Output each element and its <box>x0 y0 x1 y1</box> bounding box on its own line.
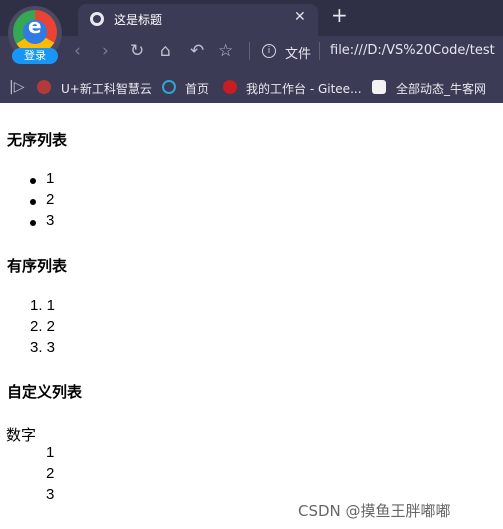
close-icon[interactable]: ✕ <box>294 9 306 25</box>
unordered-item-3: 3 <box>46 212 55 229</box>
definition-item-1: 1 <box>46 444 55 461</box>
watermark: CSDN @摸鱼王胖嘟嘟 <box>298 502 451 520</box>
forward-icon[interactable]: › <box>102 41 109 61</box>
unordered-item-1: 1 <box>46 170 55 187</box>
ordered-item-1: 1. 1 <box>30 297 56 314</box>
reload-icon[interactable]: ↻ <box>130 41 144 61</box>
nowcoder-icon <box>372 80 386 94</box>
tab-title: 这是标题 <box>114 13 163 27</box>
page-content: 无序列表 1 2 3 有序列表 1. 1 2. 2 3. 3 自定义列表 数字 … <box>0 103 503 529</box>
bookmarks-toggle-icon[interactable]: |▷ <box>9 79 24 95</box>
spiral-icon <box>162 80 176 94</box>
unordered-heading: 无序列表 <box>7 132 68 149</box>
unordered-item-2: 2 <box>46 191 55 208</box>
definition-item-2: 2 <box>46 465 55 482</box>
ordered-item-3: 3. 3 <box>30 339 56 356</box>
bookmark-home[interactable]: 首页 <box>185 80 209 97</box>
ordered-item-2: 2. 2 <box>30 318 56 335</box>
ordered-heading: 有序列表 <box>7 258 68 275</box>
undo-icon[interactable]: ↶ <box>190 41 204 61</box>
tab-strip: 这是标题 ✕ + <box>0 0 503 36</box>
address-divider <box>319 42 320 60</box>
bullet-2 <box>30 199 36 205</box>
address-input[interactable]: file:///D:/VS%20Code/test <box>330 43 495 58</box>
toolbar-divider <box>249 42 250 60</box>
star-icon[interactable]: ☆ <box>218 41 233 61</box>
bookmark-u-plus[interactable]: U+新工科智慧云 <box>61 80 152 97</box>
bullet-3 <box>30 220 36 226</box>
definition-heading: 自定义列表 <box>7 384 83 401</box>
bullet-1 <box>30 178 36 184</box>
browser-logo-letter: e <box>28 14 42 38</box>
gitee-icon <box>223 80 237 94</box>
globe-icon <box>90 12 104 26</box>
tab-active[interactable]: 这是标题 ✕ <box>78 4 318 36</box>
definition-term: 数字 <box>6 427 37 444</box>
bookmarks-bar: |▷ U+新工科智慧云 首页 我的工作台 - Gitee... 全部动态_牛客网 <box>0 74 503 103</box>
back-icon[interactable]: ‹ <box>74 41 81 61</box>
bookmark-gitee[interactable]: 我的工作台 - Gitee... <box>246 80 362 97</box>
new-tab-button[interactable]: + <box>331 5 348 25</box>
red-gear-icon <box>37 80 51 94</box>
info-icon[interactable]: i <box>262 44 276 58</box>
bookmark-nowcoder[interactable]: 全部动态_牛客网 <box>396 80 486 97</box>
home-icon[interactable]: ⌂ <box>160 41 171 61</box>
login-badge[interactable]: 登录 <box>12 48 58 64</box>
scheme-label: 文件 <box>285 47 312 62</box>
browser-chrome: 这是标题 ✕ + e 登录 ‹ › ↻ ⌂ ↶ ☆ i 文件 file:///D… <box>0 0 503 103</box>
definition-item-3: 3 <box>46 486 55 503</box>
